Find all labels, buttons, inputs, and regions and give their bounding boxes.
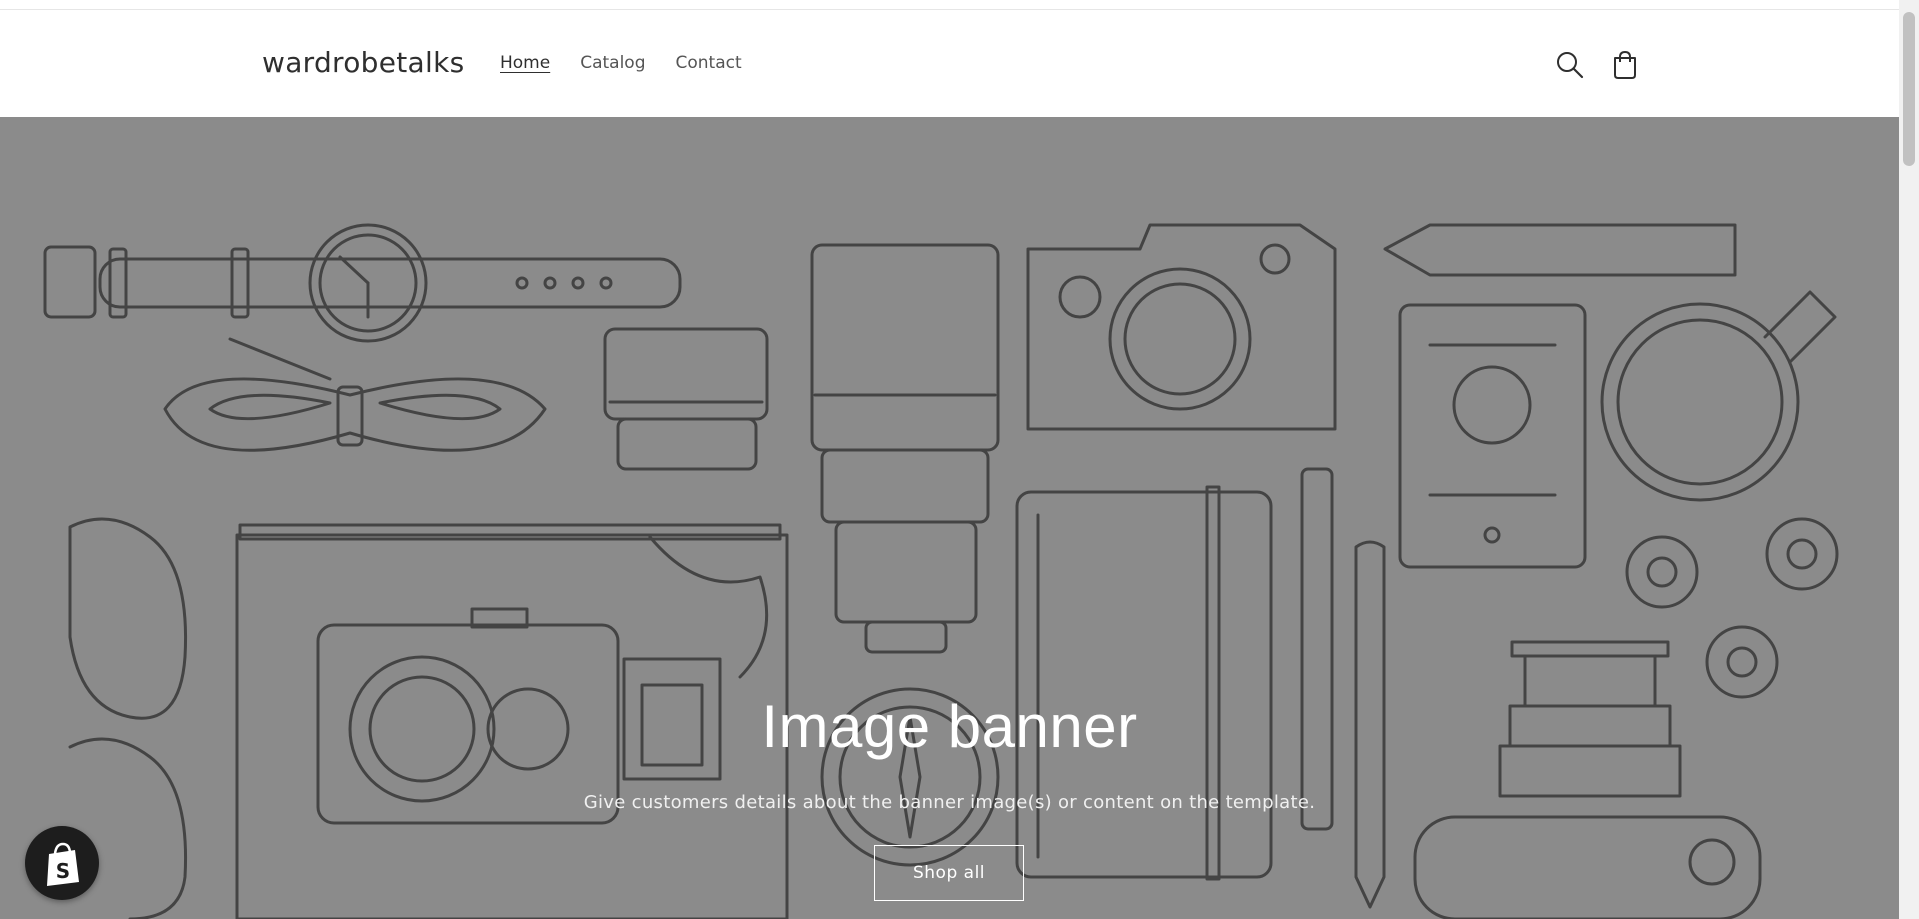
mug-illustration [1600, 290, 1837, 502]
site-header: wardrobetalks Home Catalog Contact [0, 10, 1899, 116]
image-banner: Image banner Give customers details abou… [0, 117, 1899, 919]
bowtie-illustration [163, 337, 547, 452]
notebook-illustration [1015, 485, 1273, 881]
camera-lens-right-illustration [1413, 640, 1762, 919]
pencil-illustration [1383, 223, 1737, 277]
shopify-bag-icon: S [47, 842, 79, 886]
tape-rolls-illustration [1625, 517, 1839, 699]
camera-illustration [1026, 223, 1337, 431]
pens-illustration [1300, 467, 1386, 909]
browser-top-strip [0, 0, 1899, 10]
lens-small-illustration [603, 327, 769, 471]
store-logo[interactable]: wardrobetalks [262, 46, 465, 79]
watch-illustration [43, 223, 682, 343]
cart-icon[interactable] [1608, 48, 1642, 82]
nav-catalog[interactable]: Catalog [580, 53, 645, 73]
main-nav: Home Catalog Contact [500, 53, 772, 73]
banner-title: Image banner [761, 693, 1138, 760]
banner-subtitle: Give customers details about the banner … [583, 792, 1316, 813]
shop-all-button[interactable]: Shop all [874, 845, 1024, 901]
nav-contact[interactable]: Contact [676, 53, 742, 73]
lens-large-illustration [810, 243, 1000, 654]
shopify-badge[interactable]: S [25, 826, 99, 900]
search-icon[interactable] [1553, 48, 1587, 82]
svg-text:S: S [56, 859, 70, 883]
scrollbar-thumb[interactable] [1903, 12, 1915, 166]
page-scrollbar[interactable] [1899, 0, 1919, 919]
nav-home[interactable]: Home [500, 53, 550, 73]
passport-illustration [1398, 303, 1587, 569]
